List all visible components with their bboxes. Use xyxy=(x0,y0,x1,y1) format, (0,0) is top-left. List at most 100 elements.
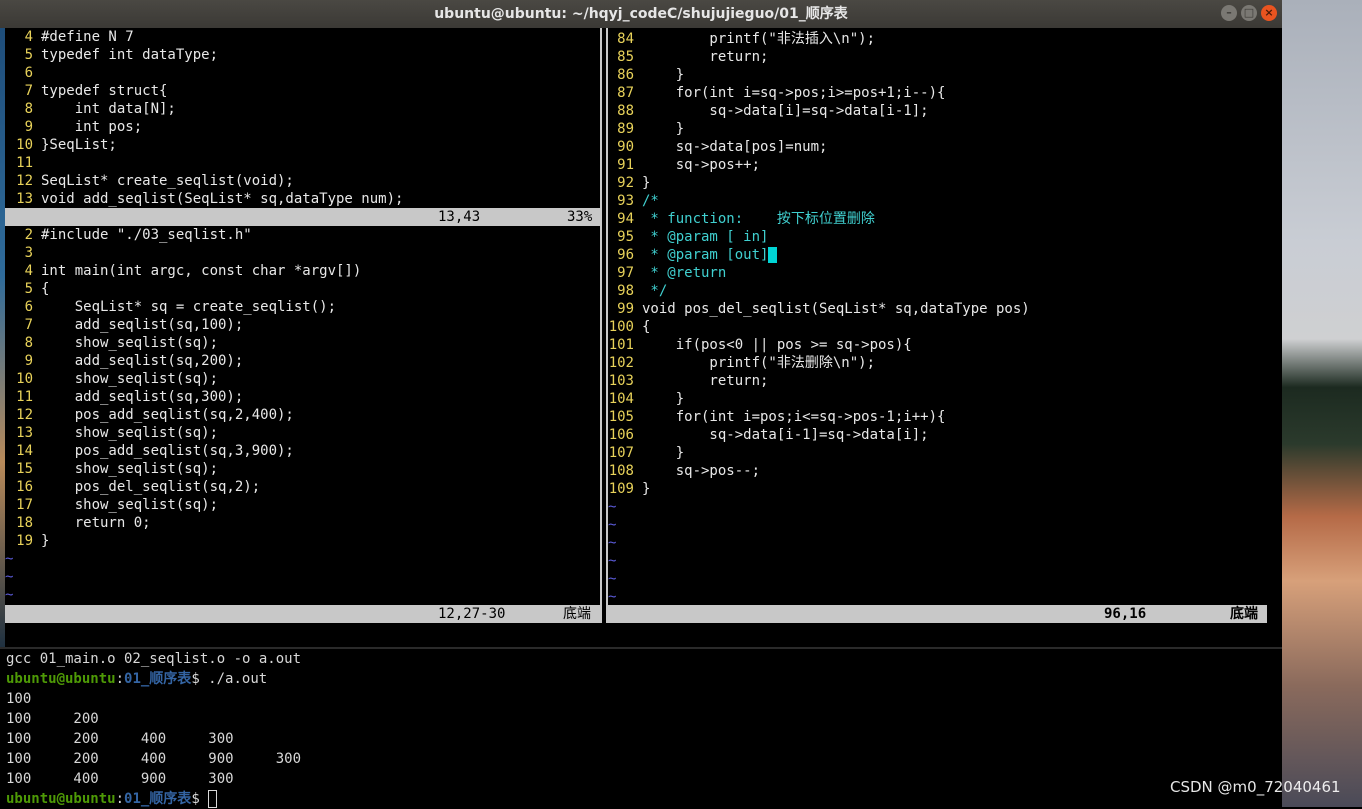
code-line[interactable]: 8 int data[N]; xyxy=(5,100,600,118)
code-text: typedef int dataType; xyxy=(41,47,219,63)
code-line[interactable]: 89 } xyxy=(608,120,1282,138)
code-line[interactable]: 7 add_seqlist(sq,100); xyxy=(5,316,600,334)
line-number: 16 xyxy=(16,479,33,495)
empty-buffer-line: ~ xyxy=(608,517,617,533)
code-line[interactable]: 85 return; xyxy=(608,48,1282,66)
code-line[interactable]: 99 void pos_del_seqlist(SeqList* sq,dataT… xyxy=(608,300,1282,318)
close-button[interactable]: × xyxy=(1261,5,1277,21)
line-number: 84 xyxy=(617,31,634,47)
code-line[interactable]: 11 xyxy=(5,154,600,172)
code-line[interactable]: 15 show_seqlist(sq); xyxy=(5,460,600,478)
line-number: 93 xyxy=(617,193,634,209)
code-line[interactable]: 109} xyxy=(608,480,1282,498)
code-text: } xyxy=(642,121,685,137)
shell-prompt-line: ubuntu@ubuntu:01_顺序表$ ./a.out xyxy=(6,671,268,687)
line-number: 11 xyxy=(16,155,33,171)
status-percent: 33% xyxy=(567,209,593,225)
code-line[interactable]: 12 pos_add_seqlist(sq,2,400); xyxy=(5,406,600,424)
code-line[interactable]: 86 } xyxy=(608,66,1282,84)
pane-seqlist-file[interactable]: 84 printf("非法插入\n"); 85 return; 86 } 87 for… xyxy=(608,30,1282,605)
code-line[interactable]: 14 pos_add_seqlist(sq,3,900); xyxy=(5,442,600,460)
code-line[interactable]: 91 sq->pos++; xyxy=(608,156,1282,174)
code-text: } xyxy=(642,391,685,407)
code-line[interactable]: 90 sq->data[pos]=num; xyxy=(608,138,1282,156)
code-line[interactable]: 19} xyxy=(5,532,600,550)
code-line[interactable]: 10}SeqList; xyxy=(5,136,600,154)
empty-buffer-line: ~ xyxy=(5,587,14,603)
code-line[interactable]: 11 add_seqlist(sq,300); xyxy=(5,388,600,406)
code-line[interactable]: 5 typedef int dataType; xyxy=(5,46,600,64)
status-filename: 02_seqlist.c xyxy=(641,624,743,640)
code-line[interactable]: 107 } xyxy=(608,444,1282,462)
code-line[interactable]: 16 pos_del_seqlist(sq,2); xyxy=(5,478,600,496)
line-number: 13 xyxy=(16,425,33,441)
window-titlebar[interactable]: ubuntu@ubuntu: ~/hqyj_codeC/shujujieguo/… xyxy=(0,0,1282,28)
code-line[interactable]: 88 sq->data[i]=sq->data[i-1]; xyxy=(608,102,1282,120)
code-line[interactable]: 7 typedef struct{ xyxy=(5,82,600,100)
code-line[interactable]: 97 * @return xyxy=(608,264,1282,282)
shell-terminal[interactable]: gcc 01_main.o 02_seqlist.o -o a.out ubun… xyxy=(0,647,1282,809)
code-line[interactable]: 9 add_seqlist(sq,200); xyxy=(5,352,600,370)
line-number: 5 xyxy=(24,47,33,63)
line-number: 89 xyxy=(617,121,634,137)
pane-header-file[interactable]: 4 #define N 7 5 typedef int dataType; 6 7 type… xyxy=(5,28,600,208)
code-line[interactable]: 84 printf("非法插入\n"); xyxy=(608,30,1282,48)
line-number: 10 xyxy=(16,137,33,153)
code-line[interactable]: 87 for(int i=sq->pos;i>=pos+1;i--){ xyxy=(608,84,1282,102)
code-text: pos_add_seqlist(sq,2,400); xyxy=(41,407,294,423)
code-line[interactable]: 2 #include "./03_seqlist.h" xyxy=(5,226,600,244)
code-line[interactable]: 4 int main(int argc, const char *argv[]) xyxy=(5,262,600,280)
line-number: 4 xyxy=(24,29,33,45)
status-position: 96,16 xyxy=(1104,606,1147,622)
code-line[interactable]: 18 return 0; xyxy=(5,514,600,532)
code-text: } xyxy=(642,67,685,83)
maximize-button[interactable]: □ xyxy=(1241,5,1257,21)
code-line[interactable]: 6 SeqList* sq = create_seqlist(); xyxy=(5,298,600,316)
line-number: 12 xyxy=(16,407,33,423)
code-line[interactable]: 9 int pos; xyxy=(5,118,600,136)
separator-gap xyxy=(602,28,606,623)
code-line[interactable]: 10 show_seqlist(sq); xyxy=(5,370,600,388)
code-text: int data[N]; xyxy=(41,101,176,117)
code-line[interactable]: 98 */ xyxy=(608,282,1282,300)
code-line[interactable]: 8 show_seqlist(sq); xyxy=(5,334,600,352)
pane-main-file[interactable]: 2 #include "./03_seqlist.h" 3 4 int main(int… xyxy=(5,226,600,604)
code-line[interactable]: 17 show_seqlist(sq); xyxy=(5,496,600,514)
code-line[interactable]: 6 xyxy=(5,64,600,82)
code-text: { xyxy=(41,281,50,297)
vim-editor[interactable]: 4 #define N 7 5 typedef int dataType; 6 7 type… xyxy=(5,28,1282,645)
code-line[interactable]: 93 /* xyxy=(608,192,1282,210)
minimize-button[interactable]: – xyxy=(1221,5,1237,21)
line-number: 4 xyxy=(24,263,33,279)
line-number: 109 xyxy=(608,481,634,497)
shell-active-prompt[interactable]: ubuntu@ubuntu:01_顺序表$ xyxy=(0,789,1282,809)
code-line[interactable]: 108 sq->pos--; xyxy=(608,462,1282,480)
code-line[interactable]: 5{ xyxy=(5,280,600,298)
code-line[interactable]: 13 show_seqlist(sq); xyxy=(5,424,600,442)
code-line[interactable]: 13 void add_seqlist(SeqList* sq,dataType … xyxy=(5,190,600,208)
code-line[interactable]: 92} xyxy=(608,174,1282,192)
code-line[interactable]: 104 } xyxy=(608,390,1282,408)
empty-buffer-line: ~ xyxy=(608,553,617,569)
code-line[interactable]: 103 return; xyxy=(608,372,1282,390)
prompt-suffix: $ xyxy=(191,791,209,807)
code-line[interactable]: 102 printf("非法删除\n"); xyxy=(608,354,1282,372)
code-line[interactable]: 105 for(int i=pos;i<=sq->pos-1;i++){ xyxy=(608,408,1282,426)
code-line[interactable]: 106 sq->data[i-1]=sq->data[i]; xyxy=(608,426,1282,444)
line-number: 7 xyxy=(24,83,33,99)
code-line[interactable]: 4 #define N 7 xyxy=(5,28,600,46)
desktop-wallpaper xyxy=(1282,0,1362,807)
empty-buffer-line: ~ xyxy=(608,571,617,587)
line-number: 88 xyxy=(617,103,634,119)
code-line[interactable]: 101 if(pos<0 || pos >= sq->pos){ xyxy=(608,336,1282,354)
prompt-user: ubuntu@ubuntu xyxy=(6,791,116,807)
code-line[interactable]: 100 { xyxy=(608,318,1282,336)
code-line[interactable]: 3 xyxy=(5,244,600,262)
code-line[interactable]: 12 SeqList* create_seqlist(void); xyxy=(5,172,600,190)
code-text: show_seqlist(sq); xyxy=(41,371,219,387)
prompt-path: 01_顺序表 xyxy=(124,671,192,687)
code-line[interactable]: 96 * @param [out] xyxy=(608,246,1282,264)
code-line[interactable]: 95 * @param [ in] xyxy=(608,228,1282,246)
code-line[interactable]: 94 * function: 按下标位置删除 xyxy=(608,210,1282,228)
line-number: 104 xyxy=(608,391,634,407)
